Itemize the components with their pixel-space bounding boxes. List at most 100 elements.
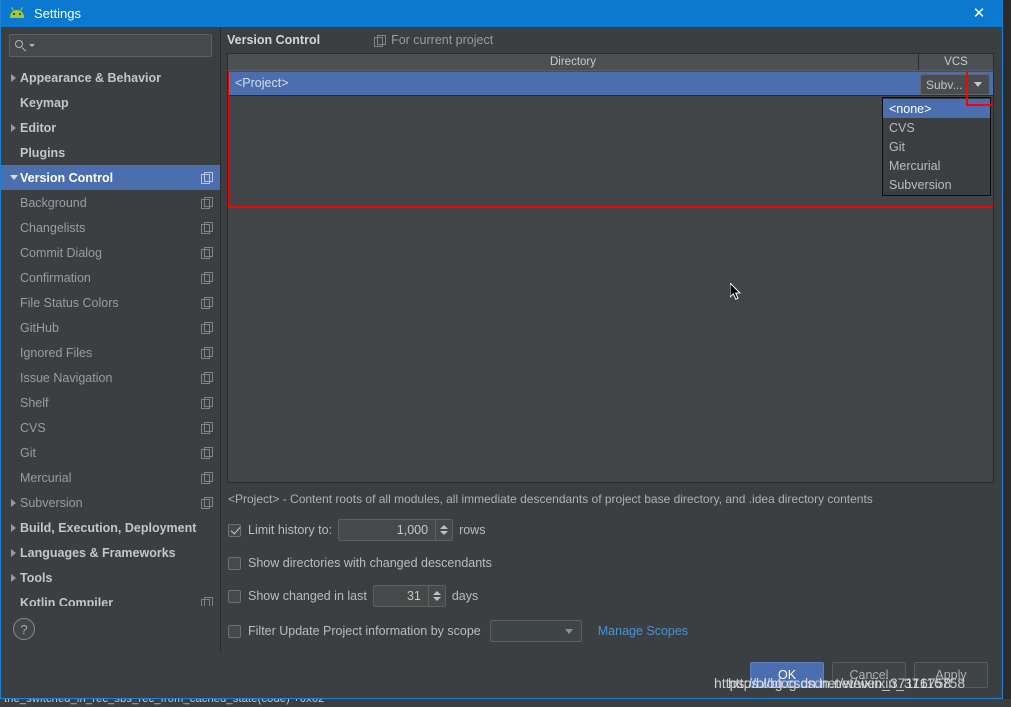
dialog-footer: OK Cancel Apply (1, 652, 1002, 698)
limit-history-value: 1,000 (396, 523, 429, 537)
cell-directory: <Project> (235, 76, 289, 90)
show-directories-checkbox[interactable] (228, 556, 241, 570)
show-changed-stepper-arrows[interactable] (427, 586, 445, 606)
sidebar-item-label: GitHub (20, 320, 59, 335)
dialog-body: Appearance & Behavior Keymap Editor Plugins… (1, 27, 1002, 652)
show-changed-checkbox[interactable] (228, 589, 241, 603)
copy-icon (201, 272, 213, 284)
remove-mapping-button[interactable]: – (992, 103, 993, 121)
sidebar-item-label: Changelists (20, 220, 86, 235)
sidebar-item-ignored-files[interactable]: Ignored Files (1, 340, 220, 365)
sidebar-item-appearance-behavior[interactable]: Appearance & Behavior (1, 65, 220, 90)
sidebar-item-label: Commit Dialog (20, 245, 102, 260)
chevron-right-icon[interactable] (7, 523, 20, 532)
background-cut-text: the_switched_in_rec_sbs_rec_from_cached_… (0, 699, 1011, 707)
hint-text: <Project> - Content roots of all modules… (228, 492, 873, 506)
search-icon (15, 39, 28, 52)
sidebar-item-label: Kotlin Compiler (20, 595, 114, 607)
show-changed-suffix: days (451, 589, 479, 603)
sidebar-item-version-control[interactable]: Version Control (1, 165, 220, 190)
sidebar-item-file-status-colors[interactable]: File Status Colors (1, 290, 220, 315)
table-row[interactable]: <Project> (228, 71, 993, 96)
limit-history-stepper[interactable]: 1,000 (338, 519, 454, 541)
sidebar-item-changelists[interactable]: Changelists (1, 215, 220, 240)
option-filter-by-scope: Filter Update Project information by sco… (228, 619, 1002, 643)
scope-combobox[interactable] (489, 620, 582, 642)
vcs-option-none[interactable]: <none> (883, 99, 990, 118)
chevron-right-icon[interactable] (7, 573, 20, 582)
cancel-button[interactable]: Cancel (832, 662, 906, 688)
sidebar-item-plugins[interactable]: Plugins (1, 140, 220, 165)
chevron-down-icon[interactable] (432, 597, 441, 601)
chevron-down-icon (974, 82, 982, 87)
sidebar-item-label: Keymap (20, 95, 69, 110)
sidebar-item-background[interactable]: Background (1, 190, 220, 215)
sidebar-item-label: Plugins (20, 145, 66, 160)
option-show-directories: Show directories with changed descendant… (228, 551, 1002, 575)
sidebar-item-confirmation[interactable]: Confirmation (1, 265, 220, 290)
scope-note-label: For current project (391, 33, 494, 47)
sidebar-item-git[interactable]: Git (1, 440, 220, 465)
vcs-dropdown-list[interactable]: <none> CVS Git Mercurial Subversion (882, 97, 991, 196)
limit-history-checkbox[interactable] (228, 523, 241, 537)
sidebar-item-mercurial[interactable]: Mercurial (1, 465, 220, 490)
sidebar-item-github[interactable]: GitHub (1, 315, 220, 340)
sidebar-item-languages-frameworks[interactable]: Languages & Frameworks (1, 540, 220, 565)
sidebar-item-label: Subversion (20, 495, 83, 510)
chevron-right-icon[interactable] (7, 498, 20, 507)
window-title: Settings (34, 6, 81, 21)
show-changed-stepper[interactable]: 31 (372, 585, 446, 607)
chevron-right-icon[interactable] (7, 548, 20, 557)
scope-note: For current project (374, 33, 493, 47)
sidebar-item-label: Appearance & Behavior (20, 70, 162, 85)
search-input[interactable] (35, 37, 206, 54)
filter-scope-checkbox[interactable] (228, 624, 241, 638)
vcs-combobox[interactable]: Subv... (920, 74, 990, 95)
sidebar-item-kotlin-compiler[interactable]: Kotlin Compiler (1, 590, 220, 606)
title-bar: Settings ✕ (1, 0, 1002, 27)
search-box[interactable] (9, 34, 212, 57)
vcs-combobox-value: Subv... (926, 77, 963, 92)
apply-button[interactable]: Apply (914, 662, 988, 688)
column-header-vcs[interactable]: VCS (919, 54, 993, 70)
sidebar-item-label: File Status Colors (20, 295, 119, 310)
column-header-directory[interactable]: Directory (228, 54, 919, 70)
copy-icon (201, 222, 213, 234)
sidebar-item-keymap[interactable]: Keymap (1, 90, 220, 115)
sidebar-item-editor[interactable]: Editor (1, 115, 220, 140)
sidebar-item-cvs[interactable]: CVS (1, 415, 220, 440)
chevron-down-icon[interactable] (440, 531, 449, 535)
chevron-right-icon[interactable] (7, 73, 20, 82)
sidebar-item-shelf[interactable]: Shelf (1, 390, 220, 415)
search-container (1, 27, 220, 63)
sidebar-item-issue-navigation[interactable]: Issue Navigation (1, 365, 220, 390)
sidebar-item-label: Background (20, 195, 87, 210)
chevron-up-icon[interactable] (432, 591, 441, 595)
chevron-up-icon[interactable] (440, 525, 449, 529)
show-directories-label: Show directories with changed descendant… (248, 556, 492, 570)
vcs-option-git[interactable]: Git (883, 137, 990, 156)
manage-scopes-link[interactable]: Manage Scopes (598, 624, 688, 638)
copy-icon (201, 597, 213, 606)
option-show-changed-in-last: Show changed in last 31 days (228, 584, 1002, 608)
chevron-down-icon (564, 628, 573, 634)
sidebar-item-tools[interactable]: Tools (1, 565, 220, 590)
limit-history-stepper-arrows[interactable] (435, 520, 452, 540)
table-toolbar: + – (992, 80, 993, 121)
table-body: <Project> Subv... <none> CVS Git Mercurial S… (227, 71, 994, 483)
sidebar-item-build-execution-deployment[interactable]: Build, Execution, Deployment (1, 515, 220, 540)
vcs-option-subversion[interactable]: Subversion (883, 175, 990, 194)
settings-dialog-window: Settings ✕ Appearance & Behavior Keymap Ed… (0, 0, 1003, 699)
options-group: Limit history to: 1,000 rows Show direct… (228, 518, 1002, 652)
add-mapping-button[interactable]: + (992, 80, 993, 98)
close-icon[interactable]: ✕ (956, 0, 1002, 27)
sidebar-item-subversion[interactable]: Subversion (1, 490, 220, 515)
option-limit-history: Limit history to: 1,000 rows (228, 518, 1002, 542)
vcs-option-mercurial[interactable]: Mercurial (883, 156, 990, 175)
help-button[interactable]: ? (13, 618, 35, 640)
vcs-option-cvs[interactable]: CVS (883, 118, 990, 137)
sidebar-item-commit-dialog[interactable]: Commit Dialog (1, 240, 220, 265)
ok-button[interactable]: OK (750, 662, 824, 688)
chevron-down-icon[interactable] (7, 175, 20, 180)
chevron-right-icon[interactable] (7, 123, 20, 132)
